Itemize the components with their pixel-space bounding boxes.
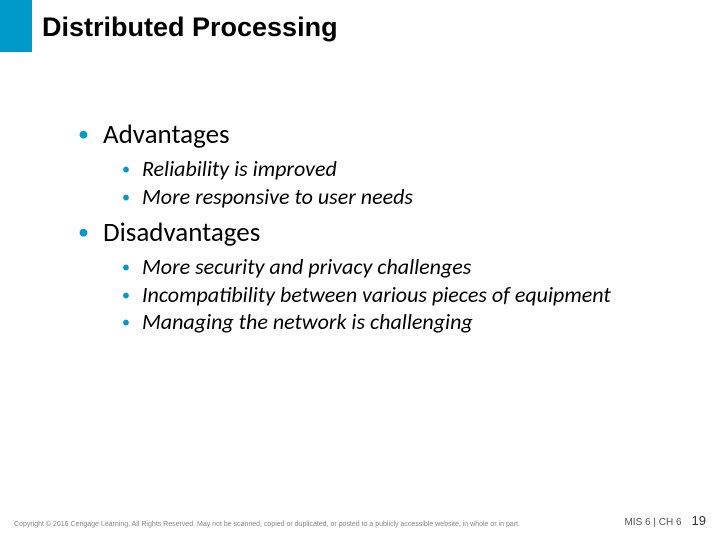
item-text: Reliability is improved bbox=[142, 155, 680, 183]
bullet-icon: • bbox=[78, 221, 89, 243]
heading-text: Advantages bbox=[103, 118, 230, 151]
bullet-icon: • bbox=[122, 160, 130, 180]
pager: MIS 6 | CH 6 19 bbox=[624, 513, 706, 528]
footer: Copyright © 2016 Cengage Learning. All R… bbox=[14, 513, 706, 528]
page-number: 19 bbox=[692, 513, 706, 528]
list-item: • More responsive to user needs bbox=[122, 183, 680, 211]
slide-title: Distributed Processing bbox=[42, 12, 338, 43]
item-text: More responsive to user needs bbox=[142, 183, 680, 211]
bullet-icon: • bbox=[78, 123, 89, 145]
list-item: • More security and privacy challenges bbox=[122, 253, 680, 281]
accent-block bbox=[0, 0, 32, 52]
bullet-icon: • bbox=[122, 313, 130, 333]
heading-disadvantages: • Disadvantages bbox=[78, 216, 680, 249]
list-item: • Incompatibility between various pieces… bbox=[122, 281, 680, 309]
list-item: • Reliability is improved bbox=[122, 155, 680, 183]
item-text: More security and privacy challenges bbox=[142, 253, 680, 281]
heading-advantages: • Advantages bbox=[78, 118, 680, 151]
bullet-icon: • bbox=[122, 286, 130, 306]
section-disadvantages: • Disadvantages • More security and priv… bbox=[78, 216, 680, 336]
bullet-icon: • bbox=[122, 188, 130, 208]
item-text: Incompatibility between various pieces o… bbox=[142, 281, 680, 309]
slide-content: • Advantages • Reliability is improved •… bbox=[78, 118, 680, 336]
section-advantages: • Advantages • Reliability is improved •… bbox=[78, 118, 680, 210]
bullet-icon: • bbox=[122, 258, 130, 278]
copyright-text: Copyright © 2016 Cengage Learning. All R… bbox=[14, 521, 520, 528]
pager-label: MIS 6 | CH 6 bbox=[624, 517, 681, 528]
list-item: • Managing the network is challenging bbox=[122, 308, 680, 336]
heading-text: Disadvantages bbox=[103, 216, 260, 249]
item-text: Managing the network is challenging bbox=[142, 308, 680, 336]
